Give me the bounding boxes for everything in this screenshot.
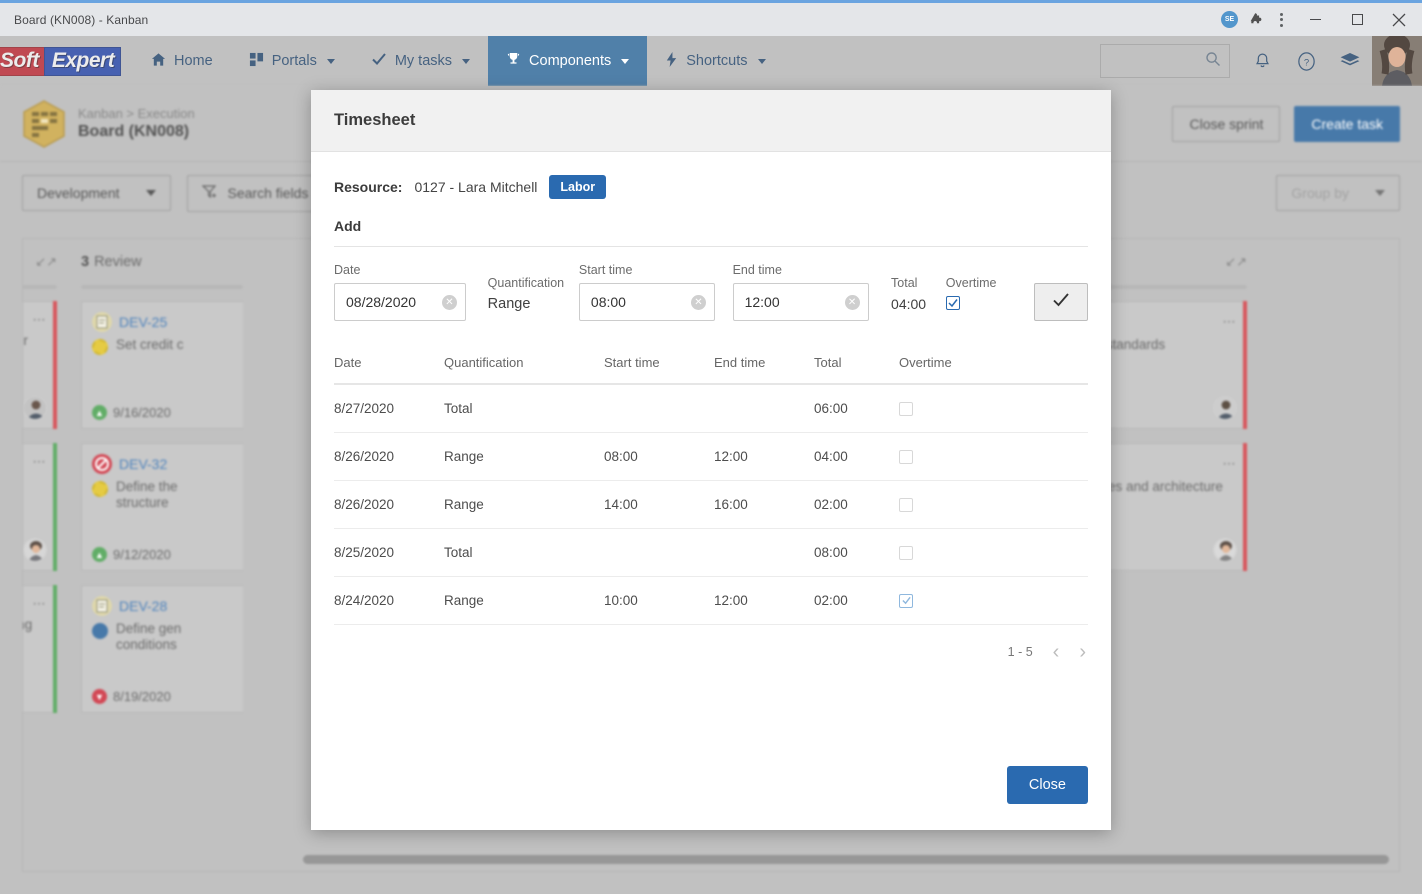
labor-chip[interactable]: Labor <box>549 175 607 199</box>
end-time-input[interactable]: 12:00 ✕ <box>732 283 869 321</box>
add-entry-form: Date 08/28/2020 ✕ Quantification Range S… <box>334 263 1089 321</box>
timesheet-modal: Timesheet Resource: 0127 - Lara Mitchell… <box>311 90 1111 830</box>
date-field-label: Date <box>334 263 361 277</box>
overtime-checkbox[interactable] <box>945 296 960 310</box>
checkmark-icon <box>1052 291 1070 314</box>
cell-total: 04:00 <box>814 432 899 481</box>
resource-row: Resource: 0127 - Lara Mitchell Labor <box>334 175 1088 199</box>
table-row[interactable]: 8/26/2020 Range 14:00 16:00 02:00 <box>334 480 1088 529</box>
cell-end: 16:00 <box>714 480 814 529</box>
cell-quantification: Total <box>444 528 604 577</box>
table-row[interactable]: 8/27/2020 Total 06:00 <box>334 384 1088 433</box>
resource-label: Resource: <box>334 179 403 195</box>
row-overtime-checkbox[interactable] <box>899 449 913 464</box>
cell-start <box>604 528 714 577</box>
th-total: Total <box>814 355 899 385</box>
cell-end: 12:00 <box>714 432 814 481</box>
start-time-input[interactable]: 08:00 ✕ <box>578 283 715 321</box>
cell-start: 10:00 <box>604 576 714 625</box>
cell-date: 8/27/2020 <box>334 384 444 433</box>
timesheet-table: Date Quantification Start time End time … <box>334 355 1088 625</box>
table-header-row: Date Quantification Start time End time … <box>334 355 1088 385</box>
total-value: 04:00 <box>891 296 927 312</box>
cell-start <box>604 384 714 433</box>
resource-value: 0127 - Lara Mitchell <box>414 179 538 195</box>
th-date: Date <box>334 355 444 385</box>
cell-total: 02:00 <box>814 480 899 529</box>
confirm-add-button[interactable] <box>1034 283 1089 321</box>
modal-title: Timesheet <box>334 111 416 129</box>
th-start-time: Start time <box>604 355 714 385</box>
table-row[interactable]: 8/26/2020 Range 08:00 12:00 04:00 <box>334 432 1088 481</box>
modal-header: Timesheet <box>311 90 1111 152</box>
close-button[interactable]: Close <box>1006 766 1088 804</box>
chevron-right-icon[interactable]: › <box>1079 642 1086 662</box>
quantification-value: Range <box>487 296 531 312</box>
start-time-value: 08:00 <box>590 294 626 310</box>
cell-quantification: Range <box>444 432 604 481</box>
modal-body: Resource: 0127 - Lara Mitchell Labor Add… <box>311 152 1111 740</box>
end-time-value: 12:00 <box>744 294 780 310</box>
overtime-label: Overtime <box>945 276 997 290</box>
th-overtime: Overtime <box>899 355 1088 385</box>
cell-start: 14:00 <box>604 480 714 529</box>
cell-date: 8/24/2020 <box>334 576 444 625</box>
table-row[interactable]: 8/25/2020 Total 08:00 <box>334 528 1088 577</box>
start-time-label: Start time <box>578 263 633 277</box>
row-overtime-checkbox[interactable] <box>899 593 913 608</box>
cell-total: 08:00 <box>814 528 899 577</box>
clear-icon[interactable]: ✕ <box>690 294 706 310</box>
cell-end <box>714 528 814 577</box>
cell-date: 8/25/2020 <box>334 528 444 577</box>
cell-date: 8/26/2020 <box>334 480 444 529</box>
cell-quantification: Range <box>444 576 604 625</box>
th-end-time: End time <box>714 355 814 385</box>
cell-total: 02:00 <box>814 576 899 625</box>
modal-footer: Close <box>311 740 1111 830</box>
cell-date: 8/26/2020 <box>334 432 444 481</box>
cell-quantification: Range <box>444 480 604 529</box>
cell-quantification: Total <box>444 384 604 433</box>
row-overtime-checkbox[interactable] <box>899 497 913 512</box>
date-input-value: 08/28/2020 <box>346 294 417 310</box>
clear-icon[interactable]: ✕ <box>844 294 860 310</box>
table-pager: 1 - 5 ‹ › <box>334 625 1088 662</box>
cell-total: 06:00 <box>814 384 899 433</box>
add-section-label: Add <box>334 218 1088 247</box>
cell-end <box>714 384 814 433</box>
clear-icon[interactable]: ✕ <box>442 294 457 310</box>
row-overtime-checkbox[interactable] <box>899 401 913 416</box>
cell-start: 08:00 <box>604 432 714 481</box>
quantification-label: Quantification <box>487 276 565 290</box>
th-quantification: Quantification <box>444 355 604 385</box>
pager-range: 1 - 5 <box>1007 645 1033 659</box>
cell-end: 12:00 <box>714 576 814 625</box>
total-label: Total <box>891 276 918 290</box>
date-input[interactable]: 08/28/2020 ✕ <box>334 283 466 321</box>
row-overtime-checkbox[interactable] <box>899 545 913 560</box>
end-time-label: End time <box>732 263 782 277</box>
table-row[interactable]: 8/24/2020 Range 10:00 12:00 02:00 <box>334 576 1088 625</box>
chevron-left-icon[interactable]: ‹ <box>1053 642 1060 662</box>
